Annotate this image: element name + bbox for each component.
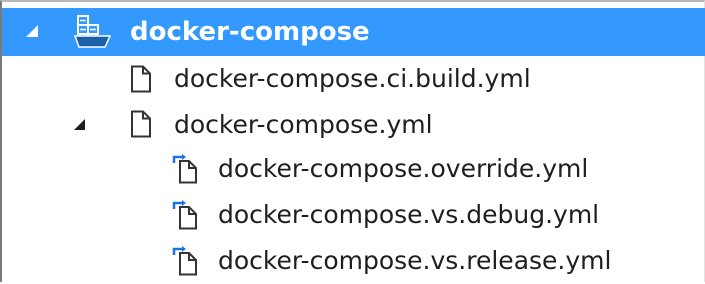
tree-node-file[interactable]: docker-compose.ci.build.yml — [2, 56, 705, 102]
tree-node-label: docker-compose — [130, 17, 370, 47]
nested-file-icon — [172, 200, 202, 234]
file-icon — [130, 65, 152, 97]
nested-file-icon — [172, 154, 202, 188]
file-icon — [130, 110, 152, 142]
solution-explorer-tree: docker-compose docker-compose.ci.build.y… — [0, 0, 705, 282]
tree-node-label: docker-compose.override.yml — [218, 154, 589, 183]
tree-node-nested-file[interactable]: docker-compose.vs.release.yml — [2, 238, 705, 284]
docker-compose-project-icon — [73, 15, 114, 53]
nested-file-icon — [172, 246, 202, 280]
tree-node-nested-file[interactable]: docker-compose.override.yml — [2, 146, 705, 192]
tree-node-label: docker-compose.vs.debug.yml — [218, 200, 600, 229]
tree-node-label: docker-compose.vs.release.yml — [218, 246, 612, 275]
collapse-arrow-icon[interactable] — [26, 25, 38, 37]
tree-node-nested-file[interactable]: docker-compose.vs.debug.yml — [2, 192, 705, 238]
tree-node-file[interactable]: docker-compose.yml — [2, 102, 705, 148]
tree-node-label: docker-compose.yml — [174, 110, 433, 139]
collapse-arrow-icon[interactable] — [74, 119, 85, 130]
tree-node-label: docker-compose.ci.build.yml — [174, 64, 531, 93]
tree-node-docker-compose[interactable]: docker-compose — [2, 8, 705, 56]
